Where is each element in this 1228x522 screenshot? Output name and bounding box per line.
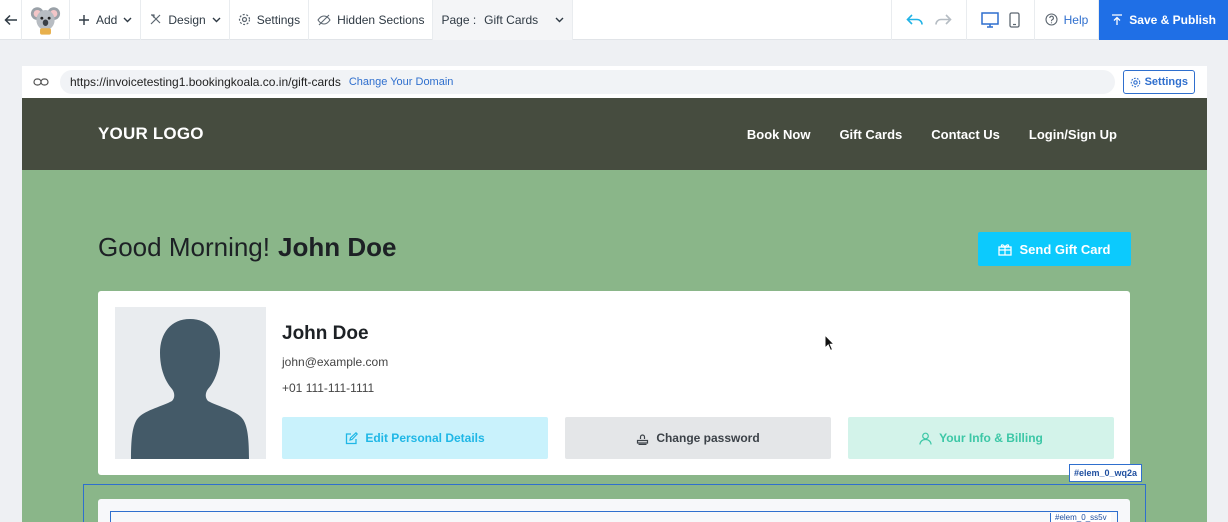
element-id-tag[interactable]: #elem_0_wq2a — [1069, 464, 1143, 482]
profile-card: John Doe john@example.com +01 111-111-11… — [98, 291, 1130, 475]
chevron-down-icon — [212, 17, 221, 23]
eye-off-icon — [317, 14, 331, 25]
site-url: https://invoicetesting1.bookingkoala.co.… — [70, 75, 341, 89]
page-body: Good Morning! John Doe Send Gift Card Jo… — [22, 170, 1207, 522]
chevron-down-icon — [123, 17, 132, 23]
site-url-bar: https://invoicetesting1.bookingkoala.co.… — [22, 66, 1207, 98]
user-silhouette-icon — [131, 319, 249, 459]
gear-icon — [1130, 77, 1140, 87]
add-label: Add — [96, 12, 118, 27]
redo-icon[interactable] — [934, 13, 952, 27]
nested-element-outline[interactable] — [110, 511, 1118, 522]
send-gift-card-button[interactable]: Send Gift Card — [978, 232, 1131, 266]
hidden-sections-label: Hidden Sections — [337, 12, 425, 27]
profile-name: John Doe — [282, 323, 369, 344]
help-circle-icon — [1045, 13, 1058, 26]
desktop-icon[interactable] — [980, 11, 999, 28]
plus-icon — [79, 14, 89, 25]
mouse-cursor-icon — [824, 334, 836, 352]
upload-icon — [1112, 13, 1123, 25]
undo-icon[interactable] — [905, 13, 924, 27]
site-header: YOUR LOGO Book Now Gift Cards Contact Us… — [22, 98, 1207, 170]
stamp-icon — [637, 433, 649, 445]
site-nav: Book Now Gift Cards Contact Us Login/Sig… — [747, 127, 1117, 142]
arrow-left-icon — [3, 14, 17, 25]
nav-book-now[interactable]: Book Now — [747, 127, 811, 142]
page-select-text: Page : Gift Cards — [441, 13, 538, 27]
nav-contact-us[interactable]: Contact Us — [931, 127, 1000, 142]
save-publish-button[interactable]: Save & Publish — [1099, 0, 1228, 40]
edit-icon — [346, 431, 359, 444]
chevron-down-icon — [555, 17, 564, 23]
builder-toolbar: Add Design Settings Hidden Sections Page… — [0, 0, 1228, 40]
hidden-sections-button[interactable]: Hidden Sections — [309, 0, 434, 40]
avatar — [115, 307, 266, 459]
page-value: Gift Cards — [484, 12, 539, 27]
mobile-icon[interactable] — [1008, 11, 1020, 28]
site-logo[interactable]: YOUR LOGO — [98, 124, 204, 144]
change-domain-link[interactable]: Change Your Domain — [349, 76, 454, 88]
info-billing-label: Your Info & Billing — [939, 431, 1043, 445]
greeting-text: Good Morning! — [98, 232, 270, 262]
publish-label: Save & Publish — [1129, 12, 1216, 27]
edit-personal-details-button[interactable]: Edit Personal Details — [282, 417, 548, 459]
link-icon-wrap — [22, 77, 60, 87]
help-label: Help — [1063, 12, 1089, 27]
design-tools-icon — [150, 14, 161, 25]
info-billing-button[interactable]: Your Info & Billing — [848, 417, 1114, 459]
user-icon — [919, 432, 932, 445]
link-icon — [33, 78, 49, 86]
nested-element-id-tag[interactable]: #elem_0_ss5v — [1050, 513, 1111, 522]
url-settings-button[interactable]: Settings — [1122, 70, 1195, 94]
url-field: https://invoicetesting1.bookingkoala.co.… — [60, 70, 1115, 94]
send-gift-card-label: Send Gift Card — [1019, 241, 1111, 257]
design-label: Design — [168, 12, 206, 27]
nav-login-signup[interactable]: Login/Sign Up — [1029, 127, 1117, 142]
page-prefix: Page : — [441, 12, 477, 27]
edit-personal-details-label: Edit Personal Details — [365, 431, 485, 445]
url-settings-label: Settings — [1144, 76, 1188, 88]
settings-button[interactable]: Settings — [230, 0, 310, 40]
gift-icon — [998, 243, 1013, 256]
design-menu[interactable]: Design — [141, 0, 230, 40]
profile-phone: +01 111-111-1111 — [282, 381, 375, 395]
greeting-heading: Good Morning! John Doe — [98, 232, 396, 263]
add-menu[interactable]: Add — [70, 0, 142, 40]
koala-logo-icon — [30, 6, 61, 35]
nav-gift-cards[interactable]: Gift Cards — [839, 127, 902, 142]
page-select[interactable]: Page : Gift Cards — [433, 0, 574, 40]
greeting-user-name: John Doe — [277, 232, 397, 262]
history-controls — [890, 0, 967, 40]
device-preview — [967, 0, 1035, 40]
gear-icon — [238, 13, 250, 26]
back-button[interactable] — [0, 0, 22, 40]
change-password-label: Change password — [656, 431, 760, 445]
koala-logo[interactable] — [22, 0, 70, 40]
help-button[interactable]: Help — [1035, 0, 1100, 40]
profile-email: john@example.com — [282, 355, 389, 369]
settings-label: Settings — [256, 12, 301, 27]
change-password-button[interactable]: Change password — [565, 417, 831, 459]
